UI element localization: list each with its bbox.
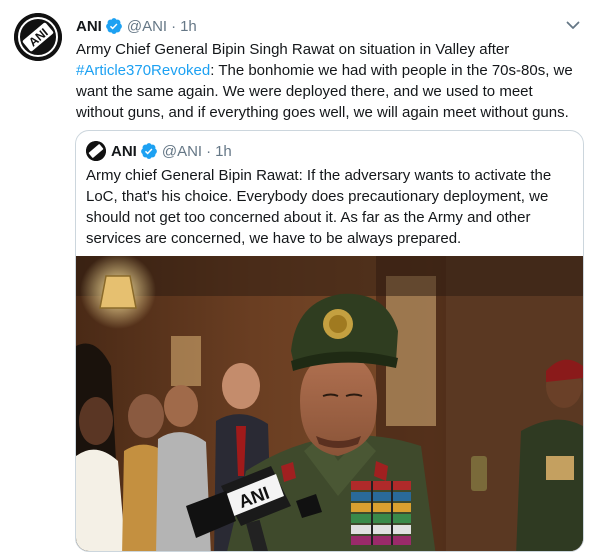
quoted-media-image[interactable]: ANI (76, 256, 583, 552)
author-avatar[interactable]: ANI (14, 13, 62, 61)
separator: · (171, 17, 177, 35)
tweet-text-before: Army Chief General Bipin Singh Rawat on … (76, 41, 510, 58)
quoted-tweet-text: Army chief General Bipin Rawat: If the a… (86, 167, 552, 247)
tweet-header: ANI @ANI · 1h (76, 16, 197, 36)
quoted-header: ANI @ANI · 1h (86, 141, 232, 161)
author-handle[interactable]: @ANI (127, 18, 167, 35)
quoted-author-avatar (86, 141, 106, 161)
hashtag-link[interactable]: #Article370Revoked (76, 62, 210, 79)
separator: · (206, 142, 212, 160)
quoted-timestamp[interactable]: 1h (215, 143, 232, 160)
verified-badge-icon (105, 18, 122, 34)
ani-logo-icon: ANI (14, 13, 62, 61)
tweet-timestamp[interactable]: 1h (180, 18, 197, 35)
verified-badge-icon (140, 143, 157, 159)
quoted-author-name[interactable]: ANI (111, 143, 137, 160)
tweet-text: Army Chief General Bipin Singh Rawat on … (76, 39, 584, 123)
tweet[interactable]: ANI ANI @ANI · 1h Army Chief General Bip… (0, 0, 592, 552)
author-name[interactable]: ANI (76, 18, 102, 35)
chevron-down-icon[interactable] (564, 16, 582, 34)
quoted-tweet[interactable]: ANI @ANI · 1h Army chief General Bipin R… (75, 130, 584, 552)
ani-logo-icon (86, 141, 106, 161)
quoted-author-handle[interactable]: @ANI (162, 143, 202, 160)
